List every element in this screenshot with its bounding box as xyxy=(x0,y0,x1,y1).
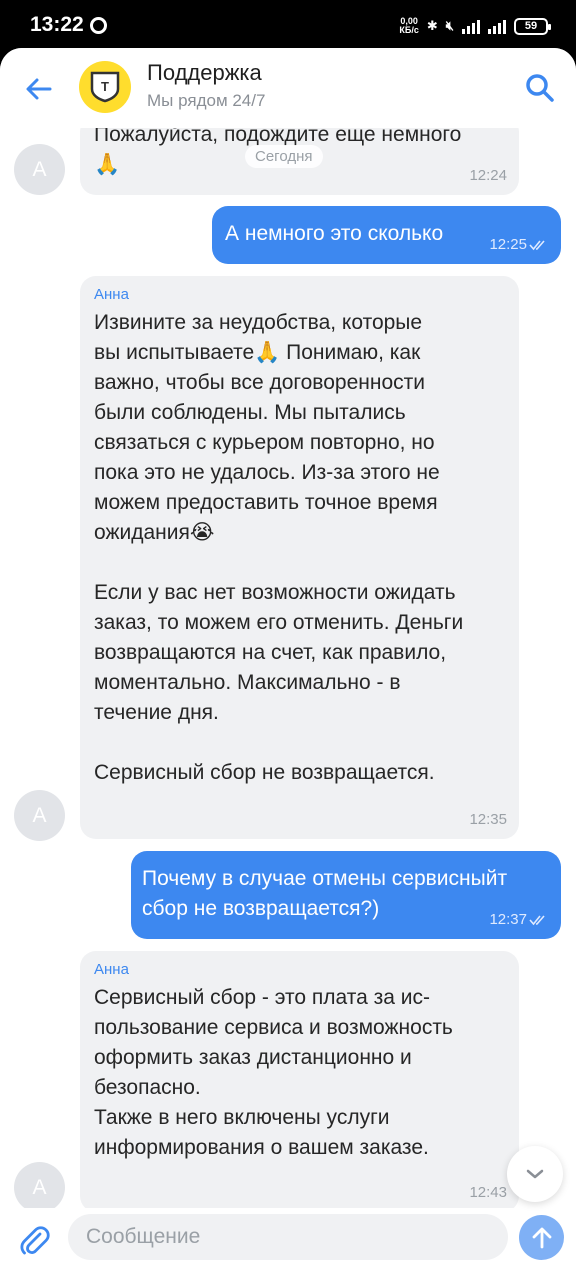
battery-icon: 59 xyxy=(514,17,551,35)
avatar-letter: А xyxy=(32,803,47,827)
status-icons: 0,00 КБ/с ✱ 🔇︎ 59 xyxy=(399,14,551,38)
send-button[interactable] xyxy=(519,1215,564,1260)
double-check-icon xyxy=(529,914,545,925)
message-text: Извините за неудобства, которые вы испыт… xyxy=(94,311,464,784)
message-text: Сервисный сбор - это плата за ис- пользо… xyxy=(94,986,453,1159)
message-time: 12:24 xyxy=(469,167,507,184)
network-speed-unit: КБ/с xyxy=(399,25,419,35)
status-bar: 13:22 0,00 КБ/с ✱ 🔇︎ 59 xyxy=(0,0,576,52)
chat-subtitle: Мы рядом 24/7 xyxy=(147,91,266,110)
agent-avatar[interactable]: А xyxy=(14,790,65,841)
chat-title[interactable]: Поддержка xyxy=(147,60,262,86)
agent-avatar[interactable]: А xyxy=(14,144,65,195)
battery-level: 59 xyxy=(524,20,538,32)
chat-header: Т Поддержка Мы рядом 24/7 xyxy=(0,48,576,128)
network-speed: 0,00 КБ/с xyxy=(399,17,418,35)
incoming-message[interactable]: Анна Сервисный сбор - это плата за ис- п… xyxy=(80,951,519,1212)
status-time: 13:22 xyxy=(30,13,84,36)
composer xyxy=(0,1208,576,1280)
signal-icon xyxy=(462,18,480,34)
sender-name: Анна xyxy=(94,961,129,978)
logo-letter: Т xyxy=(101,79,109,94)
message-time: 12:43 xyxy=(469,1184,507,1201)
message-input[interactable] xyxy=(68,1214,508,1260)
message-meta: 12:37 xyxy=(489,911,547,928)
mute-icon: 🔇︎ xyxy=(445,18,454,33)
back-arrow-icon[interactable] xyxy=(22,72,56,106)
agent-avatar[interactable]: А xyxy=(14,1162,65,1213)
notification-ring-icon xyxy=(90,17,107,34)
outgoing-message[interactable]: А немного это сколько 12:25 xyxy=(212,206,561,264)
message-time: 12:35 xyxy=(469,811,507,828)
chat-screen: Т Поддержка Мы рядом 24/7 Сегодня А Пожа… xyxy=(0,48,576,1280)
arrow-up-icon xyxy=(532,1227,551,1248)
date-separator: Сегодня xyxy=(245,145,323,168)
search-icon[interactable] xyxy=(524,72,556,104)
double-check-icon xyxy=(529,239,545,250)
outgoing-message[interactable]: Почему в случае отмены сервисныйт сбор н… xyxy=(131,851,561,939)
bank-shield-icon: Т xyxy=(90,71,120,103)
chevron-down-icon xyxy=(526,1169,544,1179)
sender-name: Анна xyxy=(94,286,129,303)
message-time: 12:37 xyxy=(489,911,527,928)
message-time: 12:25 xyxy=(489,236,527,253)
paperclip-icon[interactable] xyxy=(18,1224,52,1258)
avatar-letter: А xyxy=(32,157,47,181)
signal-2-icon xyxy=(488,18,506,34)
support-avatar[interactable]: Т xyxy=(79,61,131,113)
incoming-message[interactable]: Анна Извините за неудобства, которые вы … xyxy=(80,276,519,839)
message-text: Почему в случае отмены сервисныйт сбор н… xyxy=(142,867,508,920)
message-list[interactable]: Сегодня А Пожалуйста, подождите еще немн… xyxy=(0,116,576,1213)
avatar-letter: А xyxy=(32,1175,47,1199)
message-meta: 12:25 xyxy=(489,236,547,253)
scroll-to-bottom-button[interactable] xyxy=(507,1146,563,1202)
bluetooth-icon: ✱ xyxy=(426,18,438,33)
